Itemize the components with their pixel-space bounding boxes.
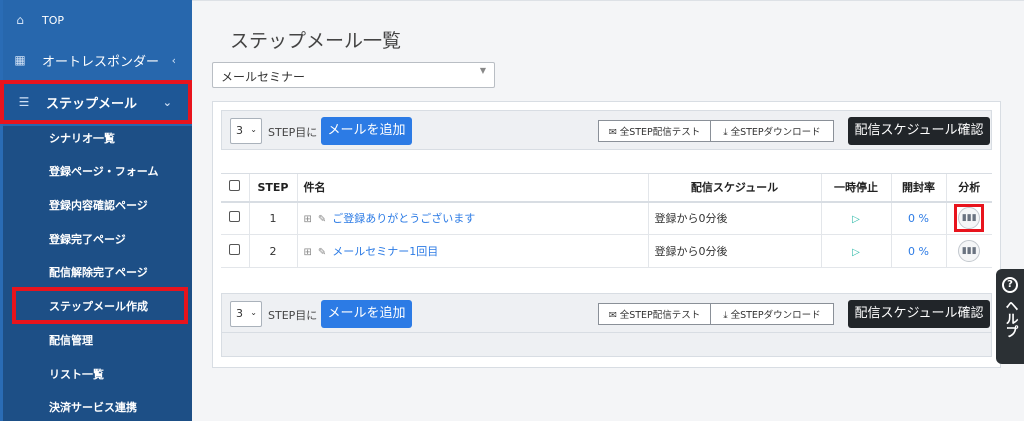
sidebar-subitem-label: 配信管理 bbox=[49, 333, 93, 347]
chevron-down-icon: ⌄ bbox=[250, 308, 257, 317]
sidebar-item-autoresponder[interactable]: ▦ オートレスポンダー ‹ bbox=[0, 40, 192, 80]
sidebar-subitem-delivery[interactable]: 配信管理 bbox=[0, 323, 192, 356]
row-checkbox[interactable] bbox=[229, 244, 241, 255]
help-label: ヘルプ bbox=[1002, 299, 1018, 338]
add-mail-button[interactable]: メールを追加 bbox=[321, 117, 412, 145]
sidebar-subitem-registration-form[interactable]: 登録ページ・フォーム bbox=[0, 154, 192, 187]
chevron-down-icon: ⌄ bbox=[250, 125, 257, 134]
row-open-rate[interactable]: 0 % bbox=[890, 201, 946, 235]
sidebar-subitem-scenario-list[interactable]: シナリオ一覧 bbox=[0, 121, 192, 154]
row-select-cell bbox=[221, 201, 249, 235]
row-subject-link[interactable]: メールセミナー1回目 bbox=[332, 245, 438, 258]
scenario-select[interactable]: メールセミナー ▼ bbox=[212, 62, 495, 88]
header-divider bbox=[192, 0, 1024, 1]
sidebar-subitem-label: リスト一覧 bbox=[49, 367, 104, 381]
header-pause: 一時停止 bbox=[820, 173, 891, 203]
sidebar-subitem-label: 登録ページ・フォーム bbox=[49, 164, 159, 178]
home-icon: ⌂ bbox=[16, 13, 24, 27]
row-analysis-cell: ▮▮▮ bbox=[945, 201, 992, 235]
schedule-confirm-button[interactable]: 配信スケジュール確認 bbox=[848, 117, 990, 145]
row-subject-cell: ⊞ ✎ ご登録ありがとうございます bbox=[296, 201, 648, 235]
row-select-cell bbox=[221, 234, 249, 268]
analysis-chart-icon[interactable]: ▮▮▮ bbox=[958, 240, 981, 262]
sidebar-subitem-list[interactable]: リスト一覧 bbox=[0, 357, 192, 390]
sidebar-item-top[interactable]: ⌂ TOP bbox=[0, 0, 192, 40]
step-number-value: 3 bbox=[236, 124, 243, 137]
sidebar-item-label: ステップメール bbox=[46, 96, 138, 112]
step-number-select[interactable]: 3 ⌄ bbox=[230, 301, 262, 327]
expand-icon[interactable]: ⊞ bbox=[304, 214, 312, 225]
step-number-value: 3 bbox=[236, 307, 243, 320]
row-schedule: 登録から0分後 bbox=[647, 234, 821, 268]
sidebar-subitem-label: 配信解除完了ページ bbox=[49, 265, 148, 279]
row-checkbox[interactable] bbox=[229, 211, 241, 223]
sidebar-subitem-payment[interactable]: 決済サービス連携 bbox=[0, 390, 192, 421]
row-step: 2 bbox=[248, 234, 297, 268]
select-all-cell bbox=[221, 173, 249, 203]
sidebar-subitem-label: 決済サービス連携 bbox=[49, 400, 137, 414]
all-step-test-button[interactable]: ✉ 全STEP配信テスト bbox=[599, 121, 711, 141]
add-mail-button[interactable]: メールを追加 bbox=[321, 300, 412, 328]
grid-icon: ▦ bbox=[14, 53, 26, 67]
bulk-actions: ✉ 全STEP配信テスト ⤓ 全STEPダウンロード bbox=[598, 120, 834, 142]
step-table: STEP 件名 配信スケジュール 一時停止 開封率 分析 1 ⊞ ✎ ご登録ありがと… bbox=[221, 173, 992, 268]
sidebar-subitem-complete-page[interactable]: 登録完了ページ bbox=[0, 222, 192, 255]
sidebar-subitem-confirm-page[interactable]: 登録内容確認ページ bbox=[0, 188, 192, 221]
sidebar-subitem-label: 登録完了ページ bbox=[49, 232, 126, 246]
caret-down-icon: ▼ bbox=[479, 66, 486, 75]
all-step-test-button[interactable]: ✉ 全STEP配信テスト bbox=[599, 304, 711, 324]
header-step: STEP bbox=[248, 173, 297, 203]
play-icon[interactable]: ▷ bbox=[852, 214, 860, 225]
analysis-highlight: ▮▮▮ bbox=[954, 204, 985, 233]
expand-icon[interactable]: ⊞ bbox=[304, 247, 312, 258]
sidebar-subitem-label: ステップメール作成 bbox=[49, 299, 148, 313]
header-subject: 件名 bbox=[296, 173, 648, 203]
select-all-checkbox[interactable] bbox=[229, 180, 241, 192]
list-icon: ☰ bbox=[18, 95, 30, 109]
page-title: ステップメール一覧 bbox=[230, 30, 402, 52]
sidebar-subitem-label: 登録内容確認ページ bbox=[49, 198, 148, 212]
chevron-left-icon: ‹ bbox=[171, 53, 176, 67]
toolbar-bottom: 3 ⌄ STEP目に メールを追加 ✉ 全STEP配信テスト ⤓ 全STEPダウ… bbox=[221, 293, 992, 357]
row-pause-cell: ▷ bbox=[820, 234, 891, 268]
row-subject-link[interactable]: ご登録ありがとうございます bbox=[332, 212, 475, 225]
sidebar: ⌂ TOP ▦ オートレスポンダー ‹ ☰ ステップメール ⌄ シナリオ一覧 登… bbox=[0, 0, 192, 421]
sidebar-subitem-create-stepmail[interactable]: ステップメール作成 bbox=[12, 287, 188, 324]
table-row: 1 ⊞ ✎ ご登録ありがとうございます 登録から0分後 ▷ 0 % ▮▮▮ bbox=[221, 201, 992, 235]
sidebar-subitem-label: シナリオ一覧 bbox=[49, 131, 115, 145]
row-schedule: 登録から0分後 bbox=[647, 201, 821, 235]
header-analysis: 分析 bbox=[945, 173, 992, 203]
row-pause-cell: ▷ bbox=[820, 201, 891, 235]
sidebar-item-label: TOP bbox=[42, 13, 65, 27]
header-open-rate: 開封率 bbox=[890, 173, 946, 203]
toolbar-top: 3 ⌄ STEP目に メールを追加 ✉ 全STEP配信テスト ⤓ 全STEPダウ… bbox=[221, 110, 992, 150]
step-number-select[interactable]: 3 ⌄ bbox=[230, 118, 262, 144]
table-row: 2 ⊞ ✎ メールセミナー1回目 登録から0分後 ▷ 0 % ▮▮▮ bbox=[221, 234, 992, 268]
edit-icon[interactable]: ✎ bbox=[318, 214, 326, 225]
step-label: STEP目に bbox=[268, 309, 318, 322]
all-step-download-button[interactable]: ⤓ 全STEPダウンロード bbox=[711, 304, 833, 324]
row-open-rate[interactable]: 0 % bbox=[890, 234, 946, 268]
sidebar-subitem-unsubscribe-page[interactable]: 配信解除完了ページ bbox=[0, 255, 192, 288]
row-analysis-cell: ▮▮▮ bbox=[945, 234, 992, 268]
help-tab[interactable]: ? ヘルプ bbox=[996, 269, 1024, 364]
question-icon: ? bbox=[1002, 277, 1018, 293]
table-header-row: STEP 件名 配信スケジュール 一時停止 開封率 分析 bbox=[221, 173, 992, 203]
analysis-chart-icon[interactable]: ▮▮▮ bbox=[958, 207, 981, 230]
schedule-confirm-button[interactable]: 配信スケジュール確認 bbox=[848, 300, 990, 328]
toolbar-divider bbox=[222, 332, 991, 333]
header-schedule: 配信スケジュール bbox=[647, 173, 821, 203]
row-subject-cell: ⊞ ✎ メールセミナー1回目 bbox=[296, 234, 648, 268]
sidebar-item-stepmail[interactable]: ☰ ステップメール ⌄ bbox=[0, 80, 192, 124]
sidebar-item-label: オートレスポンダー bbox=[42, 54, 160, 70]
all-step-download-button[interactable]: ⤓ 全STEPダウンロード bbox=[711, 121, 833, 141]
bulk-actions: ✉ 全STEP配信テスト ⤓ 全STEPダウンロード bbox=[598, 303, 834, 325]
chevron-down-icon: ⌄ bbox=[162, 95, 172, 109]
step-label: STEP目に bbox=[268, 126, 318, 139]
scenario-select-value: メールセミナー bbox=[221, 70, 306, 84]
stepmail-panel: 3 ⌄ STEP目に メールを追加 ✉ 全STEP配信テスト ⤓ 全STEPダウ… bbox=[212, 101, 1001, 368]
edit-icon[interactable]: ✎ bbox=[318, 247, 326, 258]
row-step: 1 bbox=[248, 201, 297, 235]
play-icon[interactable]: ▷ bbox=[852, 247, 860, 258]
